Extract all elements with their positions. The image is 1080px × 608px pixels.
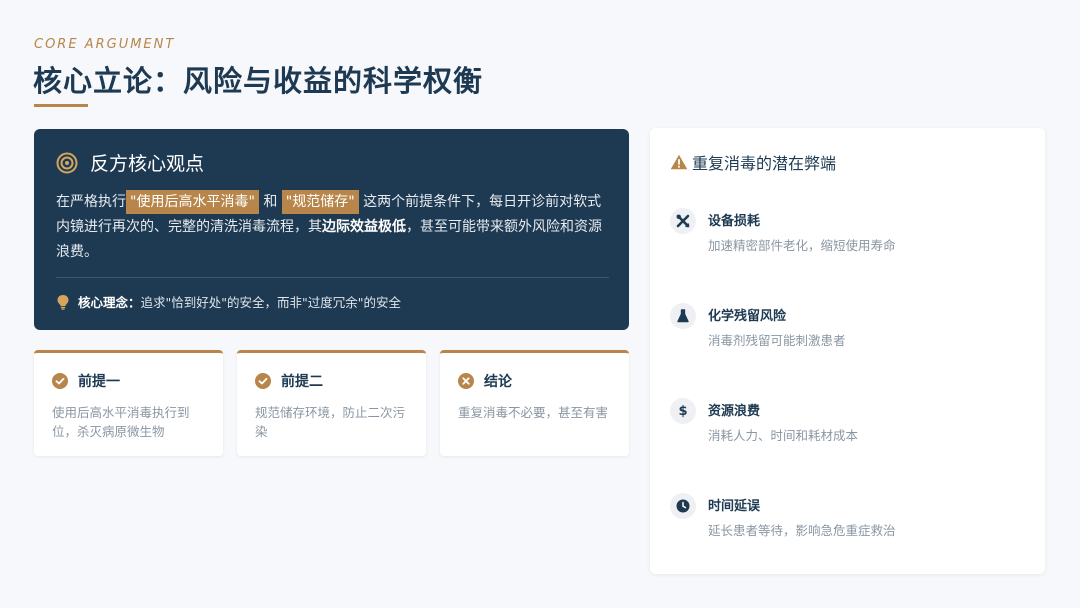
drawback-time-delay: 时间延误 延长患者等待，影响急危重症救治 (670, 493, 896, 539)
drawback-title: 时间延误 (708, 499, 761, 514)
check-circle-icon (52, 373, 68, 389)
drawback-desc: 加速精密部件老化，缩短使用寿命 (708, 238, 896, 253)
premise-two-body: 规范储存环境，防止二次污染 (255, 405, 406, 439)
drawback-desc: 延长患者等待，影响急危重症救治 (708, 523, 896, 538)
drawback-equipment-wear: 设备损耗 加速精密部件老化，缩短使用寿命 (670, 208, 896, 254)
highlight-disinfection: "使用后高水平消毒" (126, 190, 259, 214)
drawbacks-panel: 重复消毒的潜在弊端 设备损耗 加速精密部件老化，缩短使用寿命 化学残留风险 消毒… (650, 128, 1045, 574)
drawbacks-title: 重复消毒的潜在弊端 (692, 154, 837, 173)
core-viewpoint-card: 反方核心观点 在严格执行 "使用后高水平消毒" 和 "规范储存" 这两个前提条件下… (34, 129, 629, 330)
core-principle: 核心理念： 追求"恰到好处"的安全，而非"过度冗余"的安全 (56, 292, 609, 311)
drawback-title: 资源浪费 (708, 404, 761, 419)
conclusion-header: 结论 (458, 371, 611, 391)
premise-one-title: 前提一 (78, 374, 120, 390)
premise-one-body: 使用后高水平消毒执行到位，杀灭病原微生物 (52, 405, 190, 439)
page-title: 核心立论：风险与收益的科学权衡 (33, 64, 484, 98)
core-principle-text: 追求"恰到好处"的安全，而非"过度冗余"的安全 (140, 295, 402, 310)
body-text-2: 和 (258, 194, 282, 210)
clock-icon (670, 493, 696, 519)
eyebrow-label: CORE ARGUMENT (34, 37, 176, 52)
warning-icon (670, 154, 688, 170)
conclusion-body: 重复消毒不必要，甚至有害 (458, 405, 609, 420)
target-icon (56, 152, 78, 174)
conclusion-card: 结论 重复消毒不必要，甚至有害 (440, 350, 629, 456)
core-principle-label: 核心理念： (78, 295, 141, 310)
dollar-icon: $ (670, 398, 696, 424)
drawback-desc: 消耗人力、时间和耗材成本 (708, 428, 859, 443)
premise-two-card: 前提二 规范储存环境，防止二次污染 (237, 350, 426, 456)
highlight-storage: "规范储存" (281, 190, 359, 214)
body-text-1: 在严格执行 (56, 194, 126, 210)
check-circle-icon (255, 373, 271, 389)
premise-one-header: 前提一 (52, 371, 205, 391)
divider (56, 277, 609, 278)
core-viewpoint-title: 反方核心观点 (90, 153, 205, 175)
premise-two-header: 前提二 (255, 371, 408, 391)
lightbulb-icon (56, 294, 70, 310)
body-emphasis: 边际效益极低 (322, 219, 406, 235)
conclusion-title: 结论 (484, 374, 512, 390)
drawback-title: 设备损耗 (708, 214, 761, 229)
drawbacks-header: 重复消毒的潜在弊端 (670, 150, 1025, 174)
drawback-chemical-residue: 化学残留风险 消毒剂残留可能刺激患者 (670, 303, 846, 349)
premise-one-card: 前提一 使用后高水平消毒执行到位，杀灭病原微生物 (34, 350, 223, 456)
x-circle-icon (458, 373, 474, 389)
flask-icon (670, 303, 696, 329)
drawback-resource-waste: $ 资源浪费 消耗人力、时间和耗材成本 (670, 398, 859, 444)
premise-two-title: 前提二 (281, 374, 323, 390)
tools-icon (670, 208, 696, 234)
core-viewpoint-header: 反方核心观点 (56, 149, 609, 176)
title-underline (34, 104, 88, 107)
core-viewpoint-body: 在严格执行 "使用后高水平消毒" 和 "规范储存" 这两个前提条件下，每日开诊前对… (56, 190, 609, 265)
drawback-title: 化学残留风险 (708, 309, 787, 324)
drawback-desc: 消毒剂残留可能刺激患者 (708, 333, 846, 348)
